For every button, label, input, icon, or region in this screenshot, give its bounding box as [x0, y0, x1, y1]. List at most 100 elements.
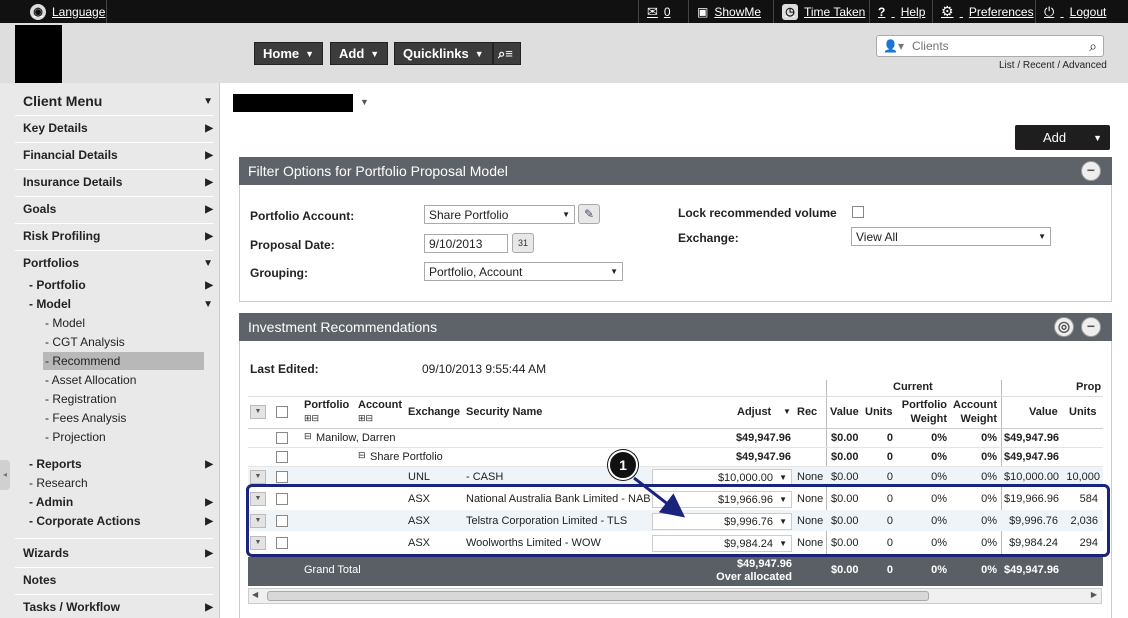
- portfolio-account-select[interactable]: Share Portfolio ▼: [424, 205, 575, 224]
- collapse-icon[interactable]: ⊟: [304, 431, 312, 442]
- sidebar-item-label: - Fees Analysis: [45, 411, 127, 425]
- row-value: $0.00: [831, 471, 859, 483]
- sidebar-item-projection[interactable]: - Projection: [45, 430, 205, 444]
- calendar-icon[interactable]: 31: [512, 233, 534, 253]
- col-header-prop-value[interactable]: Value: [1029, 406, 1058, 418]
- sidebar-item-financial-details[interactable]: Financial Details ▶: [23, 148, 213, 162]
- row-checkbox[interactable]: [276, 451, 288, 463]
- sidebar-item-reports[interactable]: - Reports ▶: [29, 457, 213, 471]
- language-label: Language: [52, 4, 106, 19]
- preferences-link[interactable]: ⚙ Preferences: [932, 0, 1034, 23]
- scroll-right-icon[interactable]: ▶: [1091, 590, 1097, 599]
- client-menu-title[interactable]: Client Menu ▼: [23, 93, 213, 109]
- col-header-account[interactable]: Account: [358, 399, 402, 411]
- sidebar-item-label: - CGT Analysis: [45, 335, 125, 349]
- grand-total-row: Grand Total $49,947.96 Over allocated $0…: [248, 557, 1103, 586]
- user-icon[interactable]: 👤▾: [883, 39, 904, 53]
- proposal-date-label: Proposal Date:: [250, 238, 335, 252]
- sidebar-item-cgt-analysis[interactable]: - CGT Analysis: [45, 335, 205, 349]
- row-menu-button[interactable]: ▼: [250, 470, 266, 484]
- gear-icon: ⚙: [941, 3, 954, 19]
- showme-link[interactable]: ▣ ShowMe: [688, 0, 761, 23]
- exchange-label: Exchange:: [678, 231, 739, 245]
- sidebar-item-recommend[interactable]: - Recommend: [45, 354, 205, 368]
- collapse-icon[interactable]: −: [1081, 161, 1101, 181]
- add-button[interactable]: Add ▼: [1015, 125, 1110, 150]
- edit-pencil-icon[interactable]: ✎: [578, 204, 600, 224]
- sidebar-item-model-sub[interactable]: - Model: [45, 316, 205, 330]
- chevron-right-icon: ▶: [205, 601, 213, 613]
- row-menu-button[interactable]: ▼: [250, 405, 266, 419]
- col-header-portfolio-weight-2[interactable]: Weight: [897, 413, 947, 425]
- row-adjust: $49,947.96: [735, 451, 791, 463]
- sidebar-item-admin[interactable]: - Admin ▶: [29, 495, 213, 509]
- expand-collapse-icon[interactable]: ⊞⊟: [304, 413, 319, 424]
- collapse-icon[interactable]: −: [1081, 317, 1101, 337]
- scroll-left-icon[interactable]: ◀: [252, 590, 258, 599]
- sidebar-item-insurance-details[interactable]: Insurance Details ▶: [23, 175, 213, 189]
- sidebar-item-tasks-workflow[interactable]: Tasks / Workflow ▶: [23, 600, 213, 614]
- help-link[interactable]: ? Help: [869, 0, 925, 23]
- col-header-exchange[interactable]: Exchange: [408, 406, 460, 418]
- horizontal-scrollbar[interactable]: ◀ ▶: [248, 588, 1102, 604]
- col-header-portfolio[interactable]: Portfolio: [304, 399, 349, 411]
- sidebar-collapse-handle[interactable]: ◂: [0, 460, 10, 490]
- sidebar-item-model[interactable]: - Model ▼: [29, 297, 213, 311]
- sidebar-item-risk-profiling[interactable]: Risk Profiling ▶: [23, 229, 213, 243]
- sidebar-item-research[interactable]: - Research: [29, 476, 213, 490]
- preferences-label: Preferences: [968, 4, 1034, 19]
- quicklinks-menu-button[interactable]: Quicklinks ▼: [394, 42, 493, 65]
- col-header-rec[interactable]: Rec: [797, 406, 817, 418]
- col-header-account-weight-1[interactable]: Account: [949, 399, 997, 411]
- row-units: 0: [886, 451, 893, 463]
- sidebar-item-key-details[interactable]: Key Details ▶: [23, 121, 213, 135]
- proposal-date-input[interactable]: 9/10/2013: [424, 234, 508, 253]
- settings-icon[interactable]: ◎: [1054, 317, 1074, 337]
- sidebar-item-goals[interactable]: Goals ▶: [23, 202, 213, 216]
- select-all-checkbox[interactable]: [276, 406, 288, 418]
- chevron-right-icon: ▶: [205, 149, 213, 161]
- sidebar-item-portfolios[interactable]: Portfolios ▼: [23, 256, 213, 270]
- sidebar-item-fees-analysis[interactable]: - Fees Analysis: [45, 411, 205, 425]
- search-icon[interactable]: ⌕: [1089, 38, 1097, 55]
- chevron-down-icon[interactable]: ▼: [360, 97, 369, 107]
- question-icon: ?: [878, 4, 886, 19]
- col-header-units[interactable]: Units: [865, 406, 893, 418]
- row-checkbox[interactable]: [276, 471, 288, 483]
- row-checkbox[interactable]: [276, 432, 288, 444]
- home-menu-button[interactable]: Home ▼: [254, 42, 324, 65]
- sidebar-item-notes[interactable]: Notes: [23, 573, 213, 587]
- sidebar-item-asset-allocation[interactable]: - Asset Allocation: [45, 373, 205, 387]
- col-header-security[interactable]: Security Name: [466, 406, 542, 418]
- search-links[interactable]: List / Recent / Advanced: [999, 60, 1107, 71]
- sidebar-item-corporate-actions[interactable]: - Corporate Actions ▶: [29, 514, 213, 528]
- divider: [106, 0, 107, 23]
- quick-search-button[interactable]: ⌕≡: [493, 42, 521, 65]
- col-header-portfolio-weight-1[interactable]: Portfolio: [897, 399, 947, 411]
- exchange-select[interactable]: View All ▼: [851, 227, 1051, 246]
- col-header-prop-units[interactable]: Units: [1069, 406, 1097, 418]
- scrollbar-thumb[interactable]: [267, 591, 929, 601]
- step-marker: 1: [608, 450, 638, 480]
- time-taken-link[interactable]: ◷ Time Taken: [773, 0, 865, 23]
- divider: [15, 223, 213, 224]
- sidebar-item-portfolio[interactable]: - Portfolio ▶: [29, 278, 213, 292]
- logout-link[interactable]: ⏻ Logout: [1035, 0, 1106, 23]
- lock-volume-checkbox[interactable]: [852, 206, 864, 218]
- client-search-box[interactable]: 👤▾ ⌕: [876, 35, 1104, 57]
- grouping-select[interactable]: Portfolio, Account ▼: [424, 262, 623, 281]
- expand-collapse-icon[interactable]: ⊞⊟: [358, 413, 373, 424]
- divider: [15, 142, 213, 143]
- messages-link[interactable]: ✉ 0: [638, 0, 671, 23]
- client-search-input[interactable]: [911, 39, 1072, 53]
- sidebar-item-wizards[interactable]: Wizards ▶: [23, 546, 213, 560]
- col-header-adjust[interactable]: Adjust: [737, 406, 771, 418]
- sidebar-item-registration[interactable]: - Registration: [45, 392, 205, 406]
- sort-down-icon[interactable]: ▼: [783, 407, 791, 416]
- col-header-account-weight-2[interactable]: Weight: [949, 413, 997, 425]
- language-link[interactable]: ◉ Language: [22, 0, 105, 23]
- col-header-value[interactable]: Value: [830, 406, 859, 418]
- chevron-down-icon: ▼: [562, 210, 570, 219]
- add-menu-button[interactable]: Add ▼: [330, 42, 389, 65]
- collapse-icon[interactable]: ⊟: [358, 450, 366, 461]
